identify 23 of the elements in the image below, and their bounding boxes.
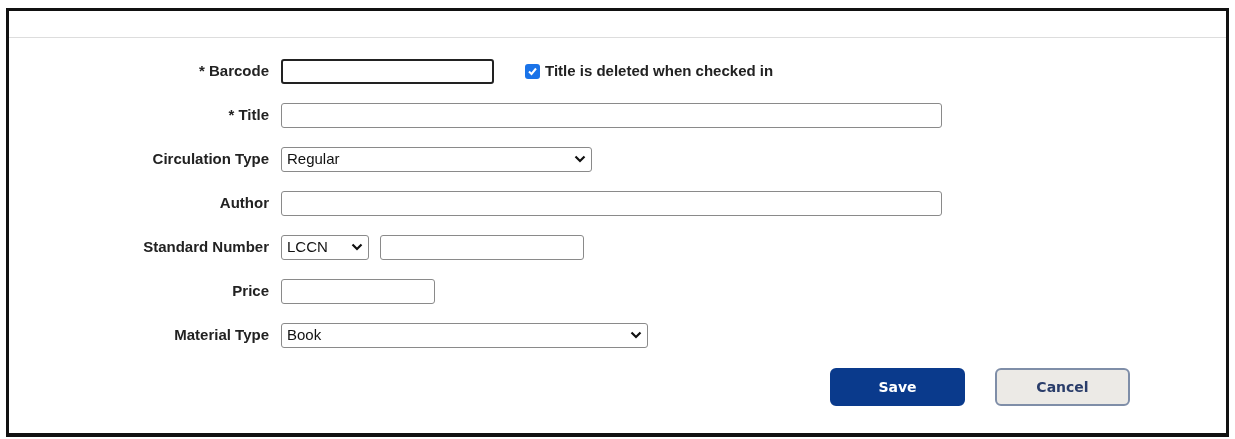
dropdown[interactable]: LCCN — [281, 234, 369, 260]
chevron-down-icon — [630, 331, 642, 339]
checkmark-icon — [527, 65, 538, 77]
text-field[interactable] — [380, 234, 584, 260]
text-field[interactable] — [281, 278, 435, 304]
field-label: Price — [231, 280, 270, 301]
field-label: Circulation Type — [151, 148, 270, 169]
text-field[interactable] — [281, 58, 494, 84]
cancel-button[interactable]: Cancel — [995, 368, 1130, 406]
chevron-down-icon — [574, 155, 586, 163]
text-field[interactable] — [281, 102, 942, 128]
field-label: Standard Number — [142, 236, 270, 257]
chevron-down-icon — [351, 243, 363, 251]
checkbox-label: Title is deleted when checked in — [545, 60, 774, 81]
field-label: * Barcode — [197, 60, 270, 81]
dropdown[interactable]: Book — [281, 322, 648, 348]
text-field[interactable] — [281, 190, 942, 216]
save-button[interactable]: Save — [830, 368, 965, 406]
field-label: Author — [218, 192, 270, 213]
checkbox[interactable] — [525, 63, 540, 79]
field-label: Material Type — [173, 324, 270, 345]
dropdown[interactable]: Regular — [281, 146, 592, 172]
field-label: * Title — [227, 104, 270, 125]
